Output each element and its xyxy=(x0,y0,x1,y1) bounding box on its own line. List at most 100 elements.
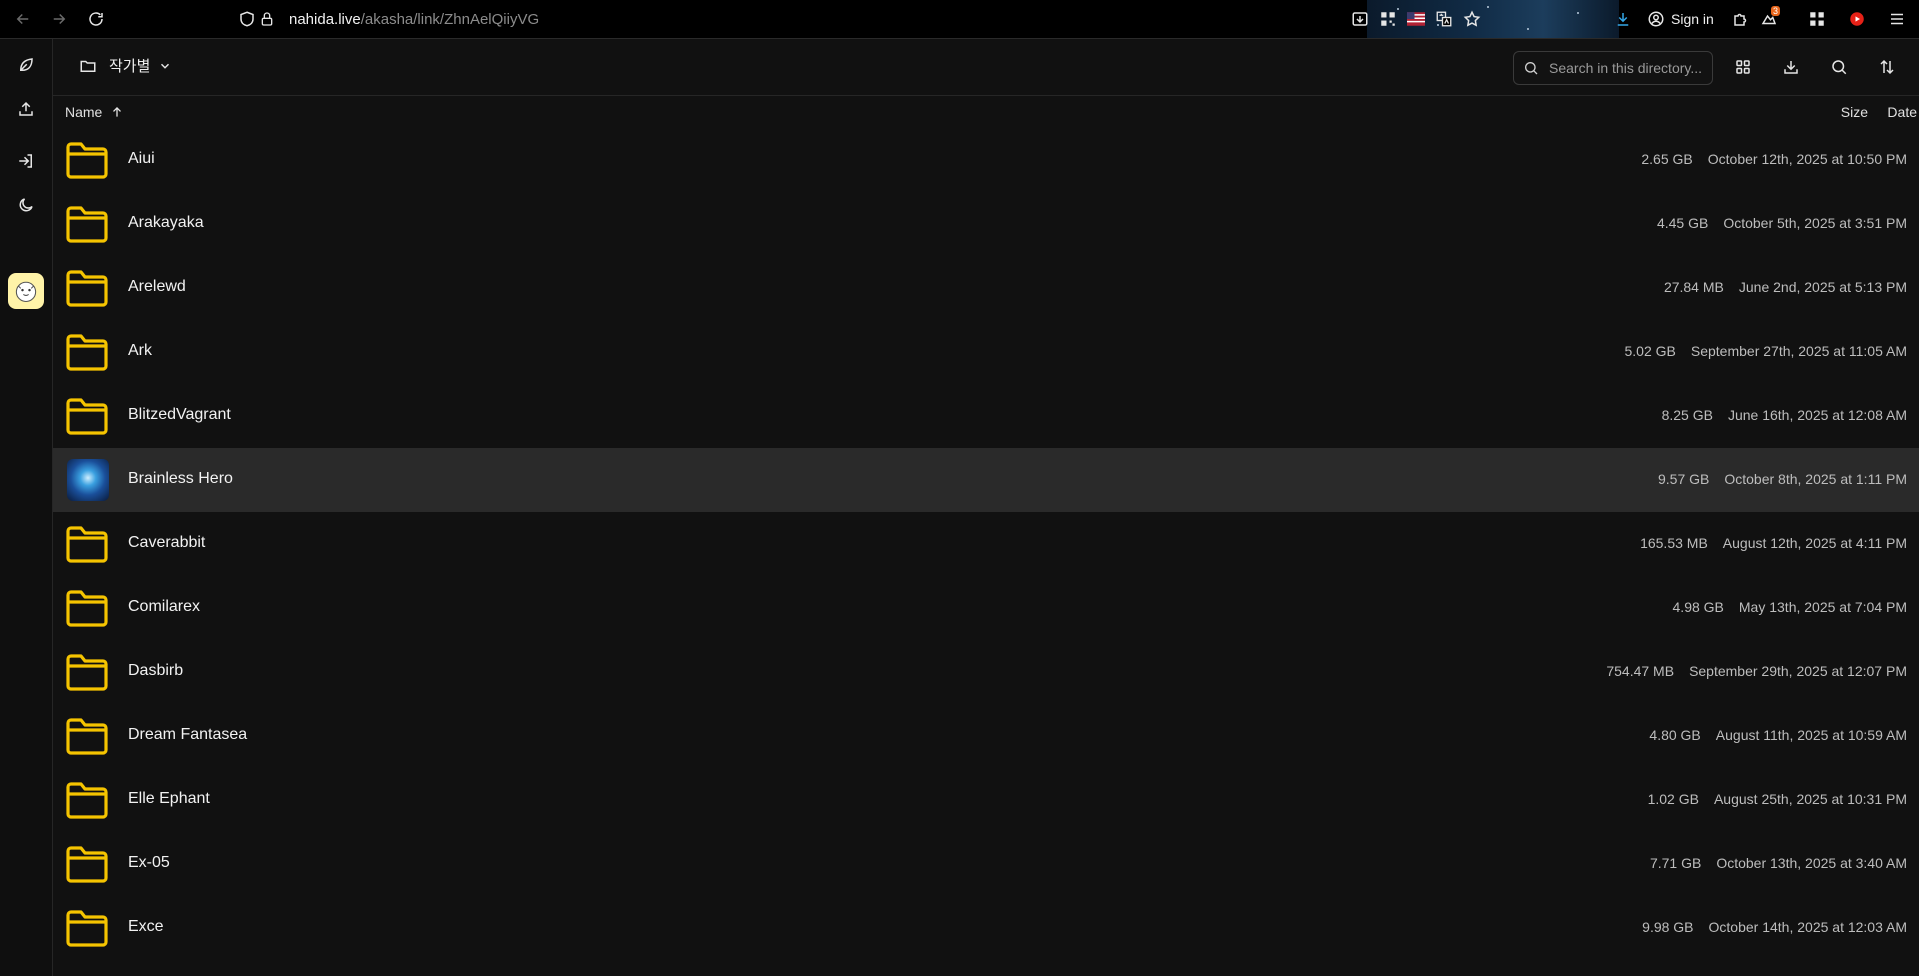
star-icon xyxy=(1463,10,1481,27)
folder-title: 작가별 xyxy=(109,58,151,75)
moon-icon xyxy=(19,198,33,212)
item-name: Ark xyxy=(128,342,152,359)
item-name: Aiui xyxy=(128,150,155,167)
download-all-button[interactable] xyxy=(1778,54,1804,80)
list-item[interactable]: Elle Ephant 1.02 GB August 25th, 2025 at 1… xyxy=(53,768,1919,832)
list-item[interactable]: Caverabbit 165.53 MB August 12th, 2025 at … xyxy=(53,512,1919,576)
item-meta: 27.84 MB June 2nd, 2025 at 5:13 PM xyxy=(1664,279,1907,295)
item-date: October 14th, 2025 at 12:03 AM xyxy=(1708,919,1907,935)
list-item[interactable]: Brainless Hero 9.57 GB October 8th, 2025 a… xyxy=(53,448,1919,512)
sort-by-size-button[interactable]: Size xyxy=(1841,104,1868,120)
sort-by-date-button[interactable]: Date xyxy=(1887,104,1917,120)
file-list: Aiui 2.65 GB October 12th, 2025 at 10:50 P… xyxy=(53,128,1919,960)
column-header: Name Size Date xyxy=(53,96,1919,128)
item-date: October 12th, 2025 at 10:50 PM xyxy=(1707,151,1907,167)
list-item[interactable]: Ark 5.02 GB September 27th, 2025 at 11:05 … xyxy=(53,320,1919,384)
apps-grid-icon xyxy=(1810,12,1824,26)
extension-badge-button[interactable]: 3 xyxy=(1755,0,1783,38)
url-text: nahida.live/akasha/link/ZhnAelQiiyVG xyxy=(289,11,539,28)
shield-icon xyxy=(240,11,254,27)
folder-icon xyxy=(66,782,108,819)
qr-code-button[interactable] xyxy=(1374,0,1402,38)
item-name: Brainless Hero xyxy=(128,470,233,487)
dark-mode-toggle[interactable] xyxy=(12,191,40,219)
sort-by-name-button[interactable]: Name xyxy=(65,104,124,120)
search-icon xyxy=(1832,60,1847,75)
item-meta: 4.98 GB May 13th, 2025 at 7:04 PM xyxy=(1673,599,1907,615)
item-name: Arakayaka xyxy=(128,214,204,231)
downloads-button[interactable] xyxy=(1609,0,1637,38)
item-size: 4.80 GB xyxy=(1649,727,1701,743)
folder-icon xyxy=(66,654,108,691)
youtube-icon xyxy=(1850,12,1864,26)
list-item[interactable]: Dream Fantasea 4.80 GB August 11th, 2025 a… xyxy=(53,704,1919,768)
sign-in-button[interactable]: Sign in xyxy=(1647,7,1714,31)
item-size: 9.98 GB xyxy=(1642,919,1694,935)
item-date: September 29th, 2025 at 12:07 PM xyxy=(1689,663,1907,679)
item-name: Comilarex xyxy=(128,598,201,615)
grid-view-icon xyxy=(1736,60,1750,74)
extension-puzzle-button[interactable] xyxy=(1727,0,1755,38)
item-size: 2.65 GB xyxy=(1641,151,1693,167)
upload-icon xyxy=(19,101,33,116)
language-flag-button[interactable] xyxy=(1402,0,1430,38)
browser-toolbar: nahida.live/akasha/link/ZhnAelQiiyVG Sig… xyxy=(0,0,1919,39)
item-size: 8.25 GB xyxy=(1661,407,1713,423)
search-input[interactable] xyxy=(1547,59,1711,77)
item-size: 754.47 MB xyxy=(1606,663,1675,679)
back-button[interactable] xyxy=(11,7,35,31)
list-item[interactable]: Ex-05 7.71 GB October 13th, 2025 at 3:40 A… xyxy=(53,832,1919,896)
tracking-protection-shield[interactable] xyxy=(235,7,259,31)
list-item[interactable]: BlitzedVagrant 8.25 GB June 16th, 2025 at … xyxy=(53,384,1919,448)
apps-grid-button[interactable] xyxy=(1803,0,1831,38)
item-date: June 16th, 2025 at 12:08 AM xyxy=(1727,407,1907,423)
list-item[interactable]: Arelewd 27.84 MB June 2nd, 2025 at 5:13 PM xyxy=(53,256,1919,320)
address-bar[interactable]: nahida.live/akasha/link/ZhnAelQiiyVG xyxy=(259,7,539,31)
forward-button[interactable] xyxy=(47,7,71,31)
avatar[interactable] xyxy=(8,273,44,309)
item-size: 1.02 GB xyxy=(1647,791,1699,807)
item-date: October 5th, 2025 at 3:51 PM xyxy=(1723,215,1907,231)
sort-button[interactable] xyxy=(1874,54,1900,80)
browser-menu-button[interactable] xyxy=(1883,0,1911,38)
translate-button[interactable] xyxy=(1430,0,1458,38)
sort-arrows-icon xyxy=(1880,59,1894,75)
folder-outline-icon xyxy=(80,60,96,72)
youtube-extension-button[interactable] xyxy=(1843,0,1871,38)
folder-icon xyxy=(66,206,108,243)
save-page-icon xyxy=(1352,12,1368,26)
search-button[interactable] xyxy=(1826,54,1852,80)
item-name: Ex-05 xyxy=(128,854,170,871)
list-item[interactable]: Arakayaka 4.45 GB October 5th, 2025 at 3:5… xyxy=(53,192,1919,256)
item-size: 4.98 GB xyxy=(1672,599,1724,615)
folder-dropdown[interactable]: 작가별 xyxy=(79,55,184,76)
list-item[interactable]: Comilarex 4.98 GB May 13th, 2025 at 7:04 P… xyxy=(53,576,1919,640)
grid-view-button[interactable] xyxy=(1730,54,1756,80)
folder-icon xyxy=(66,270,108,307)
leaf-icon xyxy=(19,58,33,71)
mascot-icon xyxy=(15,281,37,303)
bookmark-star-button[interactable] xyxy=(1458,0,1486,38)
item-size: 5.02 GB xyxy=(1624,343,1676,359)
upload-button[interactable] xyxy=(12,95,40,123)
directory-search[interactable] xyxy=(1513,51,1713,85)
list-item[interactable]: Dasbirb 754.47 MB September 29th, 2025 at … xyxy=(53,640,1919,704)
reload-button[interactable] xyxy=(84,7,108,31)
folder-icon xyxy=(66,846,108,883)
login-button[interactable] xyxy=(12,147,40,175)
left-sidebar xyxy=(0,39,53,976)
item-date: August 25th, 2025 at 10:31 PM xyxy=(1713,791,1907,807)
list-item[interactable]: Exce 9.98 GB October 14th, 2025 at 12:03 A… xyxy=(53,896,1919,960)
item-name: Dream Fantasea xyxy=(128,726,248,743)
item-date: October 13th, 2025 at 3:40 AM xyxy=(1716,855,1907,871)
save-page-button[interactable] xyxy=(1346,0,1374,38)
us-flag-icon xyxy=(1407,12,1425,26)
item-name: Arelewd xyxy=(128,278,186,295)
list-item[interactable]: Aiui 2.65 GB October 12th, 2025 at 10:50 P… xyxy=(53,128,1919,192)
home-leaf-button[interactable] xyxy=(12,51,40,79)
arrow-left-icon xyxy=(16,13,29,25)
item-meta: 8.25 GB June 16th, 2025 at 12:08 AM xyxy=(1662,407,1907,423)
item-name: BlitzedVagrant xyxy=(128,406,231,423)
folder-icon xyxy=(66,142,108,179)
column-name-label: Name xyxy=(65,104,103,120)
